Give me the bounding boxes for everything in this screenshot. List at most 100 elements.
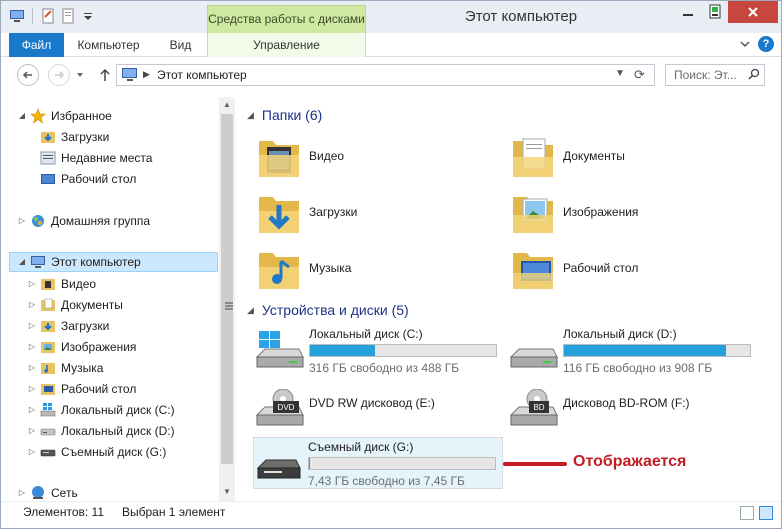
group-header-folders[interactable]: ◢ Папки (6) (247, 107, 322, 123)
expand-icon[interactable]: ▷ (17, 483, 27, 503)
drive-name: Локальный диск (C:) (309, 327, 423, 341)
computer-icon (121, 68, 139, 85)
collapse-icon[interactable]: ◢ (247, 305, 254, 316)
search-input[interactable]: Поиск: Эт... (665, 64, 765, 86)
drive-free-space: 7,43 ГБ свободно из 7,45 ГБ (308, 474, 465, 488)
drive-f-bd[interactable]: BD Дисковод BD-ROM (F:) (509, 383, 759, 435)
up-button[interactable] (94, 64, 116, 86)
large-icons-view-icon[interactable] (759, 506, 773, 520)
tree-network[interactable]: ▷ Сеть (17, 483, 78, 503)
downloads-folder-icon (40, 318, 56, 334)
address-history-icon[interactable]: ▼ (615, 68, 625, 79)
expand-icon[interactable]: ▷ (27, 442, 37, 462)
expand-icon[interactable]: ▷ (27, 421, 37, 441)
tree-drive-c[interactable]: ▷ Локальный диск (C:) (27, 400, 175, 420)
expand-icon[interactable]: ▷ (27, 358, 37, 378)
properties-icon[interactable] (40, 8, 56, 24)
tree-homegroup[interactable]: ▷ Домашняя группа (17, 211, 150, 231)
tree-label: Рабочий стол (61, 172, 137, 186)
recent-locations-button[interactable] (74, 64, 86, 86)
tree-label: Избранное (51, 109, 112, 123)
details-view-icon[interactable] (740, 506, 754, 520)
address-bar[interactable]: ▶ Этот компьютер ▼ ⟳ (116, 64, 655, 86)
tree-downloads[interactable]: Загрузки (27, 127, 109, 147)
drive-c[interactable]: Локальный диск (C:) 316 ГБ свободно из 4… (255, 325, 505, 377)
new-folder-icon[interactable] (60, 8, 76, 24)
folder-label: Изображения (563, 205, 639, 219)
tree-desktop[interactable]: Рабочий стол (27, 169, 136, 189)
tree-video[interactable]: ▷ Видео (27, 274, 96, 294)
tree-music[interactable]: ▷ Музыка (27, 358, 104, 378)
drive-icon (509, 331, 559, 371)
tree-label: Рабочий стол (61, 382, 137, 396)
folder-label: Видео (309, 149, 345, 163)
expand-ribbon-icon[interactable] (738, 37, 752, 51)
content-pane: ◢ Папки (6) ◢ Устройства и диски (5) Вид… (237, 97, 781, 501)
help-icon[interactable]: ? (758, 36, 774, 52)
maximize-button[interactable] (702, 1, 728, 23)
computer-icon[interactable] (9, 8, 25, 24)
pictures-folder-icon (40, 339, 56, 355)
tree-desktop-pc[interactable]: ▷ Рабочий стол (27, 379, 136, 399)
tree-drive-d[interactable]: ▷ Локальный диск (D:) (27, 421, 175, 441)
tree-documents[interactable]: ▷ Документы (27, 295, 123, 315)
selection-count: Выбран 1 элемент (122, 505, 226, 519)
removable-drive-icon (254, 444, 304, 484)
tree-recent-places[interactable]: Недавние места (27, 148, 152, 168)
nav-scrollbar[interactable]: ▲ ▼ (219, 97, 235, 501)
tab-view[interactable]: Вид (158, 33, 203, 57)
minimize-button[interactable] (674, 1, 701, 23)
expand-icon[interactable]: ▷ (27, 274, 37, 294)
tab-manage[interactable]: Управление (207, 33, 366, 57)
close-button[interactable] (728, 1, 778, 23)
star-icon (30, 108, 46, 124)
scroll-down-icon[interactable]: ▼ (219, 484, 235, 500)
tab-computer[interactable]: Компьютер (71, 33, 146, 57)
group-header-devices[interactable]: ◢ Устройства и диски (5) (247, 302, 409, 318)
tree-pictures[interactable]: ▷ Изображения (27, 337, 137, 357)
folder-documents[interactable]: Документы (511, 131, 625, 181)
tree-label: Музыка (61, 361, 104, 375)
folder-label: Музыка (309, 261, 352, 275)
drive-usage-bar (308, 457, 496, 470)
expand-icon[interactable]: ▷ (17, 211, 27, 231)
tree-this-pc[interactable]: ◢ Этот компьютер (9, 252, 218, 272)
expand-icon[interactable]: ▷ (27, 379, 37, 399)
folder-music[interactable]: Музыка (257, 243, 351, 293)
tree-drive-g[interactable]: ▷ Съемный диск (G:) (27, 442, 166, 462)
tree-downloads-pc[interactable]: ▷ Загрузки (27, 316, 109, 336)
scroll-thumb[interactable] (221, 114, 233, 464)
video-folder-icon (40, 276, 56, 292)
collapse-icon[interactable]: ◢ (17, 252, 27, 272)
expand-icon[interactable]: ▷ (27, 337, 37, 357)
desktop-icon (40, 171, 56, 187)
expand-icon[interactable]: ▷ (27, 400, 37, 420)
breadcrumb-arrow-icon[interactable]: ▶ (143, 69, 150, 80)
customize-qat-icon[interactable] (80, 8, 96, 24)
back-button[interactable] (17, 64, 39, 86)
breadcrumb-this-pc[interactable]: Этот компьютер (157, 68, 247, 82)
folder-pictures[interactable]: Изображения (511, 187, 638, 237)
scroll-up-icon[interactable]: ▲ (219, 97, 235, 113)
drive-e-dvd[interactable]: DVD DVD RW дисковод (E:) (255, 383, 505, 435)
music-folder-icon (40, 360, 56, 376)
forward-button[interactable] (48, 64, 70, 86)
windows-drive-icon (40, 402, 56, 418)
folder-desktop[interactable]: Рабочий стол (511, 243, 638, 293)
drive-g-removable[interactable]: Съемный диск (G:) 7,43 ГБ свободно из 7,… (253, 437, 503, 489)
expand-icon[interactable]: ▷ (27, 295, 37, 315)
folder-downloads[interactable]: Загрузки (257, 187, 357, 237)
folder-video[interactable]: Видео (257, 131, 344, 181)
drive-d[interactable]: Локальный диск (D:) 116 ГБ свободно из 9… (509, 325, 759, 377)
collapse-icon[interactable]: ◢ (247, 110, 254, 121)
expand-icon[interactable]: ▷ (27, 316, 37, 336)
homegroup-icon (30, 213, 46, 229)
tree-label: Документы (61, 298, 123, 312)
drive-free-space: 116 ГБ свободно из 908 ГБ (563, 361, 713, 375)
refresh-icon[interactable]: ⟳ (634, 67, 645, 83)
search-icon[interactable] (748, 68, 760, 83)
tab-file[interactable]: Файл (9, 33, 64, 57)
quick-access-toolbar (9, 8, 96, 24)
tree-favorites[interactable]: ◢ Избранное (17, 106, 112, 126)
collapse-icon[interactable]: ◢ (17, 106, 27, 126)
